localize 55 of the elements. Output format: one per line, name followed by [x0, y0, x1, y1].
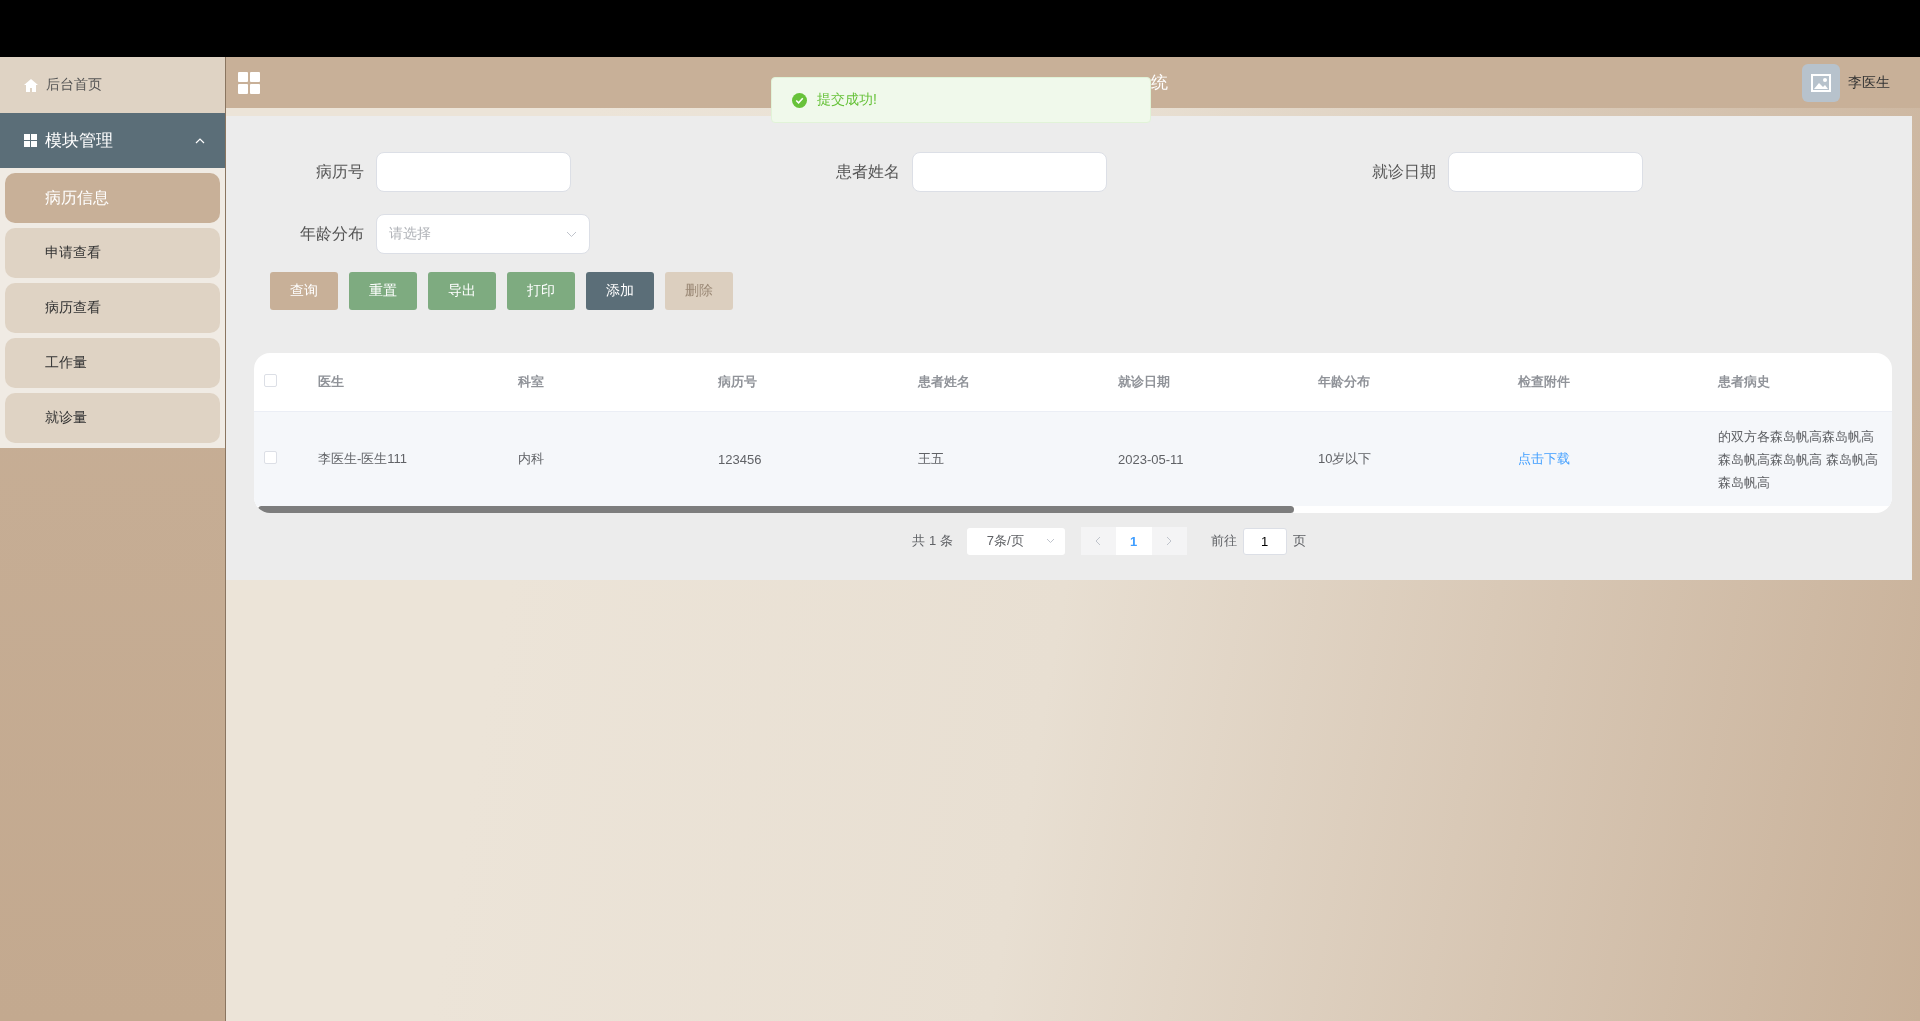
page-size-select[interactable]: 7条/页	[966, 527, 1065, 555]
input-field[interactable]	[912, 152, 1107, 192]
column-header: 就诊日期	[1118, 374, 1170, 389]
field-label: 患者姓名	[835, 161, 901, 182]
action-button[interactable]: 添加	[586, 272, 654, 310]
page-input[interactable]: 1	[1242, 527, 1287, 555]
download-link[interactable]: 点击下载	[1518, 451, 1570, 466]
user-name[interactable]: 李医生	[1848, 73, 1890, 92]
page-number[interactable]: 1	[1115, 527, 1152, 555]
home-icon	[24, 78, 38, 92]
goto-label: 前往	[1210, 532, 1237, 550]
check-circle-icon	[792, 92, 807, 108]
table-cell: 123456	[718, 451, 762, 467]
sidebar-item[interactable]: 工作量	[5, 338, 220, 388]
chevron-down-icon	[1045, 538, 1055, 544]
menu-group-header[interactable]: 模块管理	[0, 113, 225, 168]
column-header: 科室	[518, 374, 544, 389]
menu-group-label: 模块管理	[45, 130, 114, 152]
checkbox[interactable]	[264, 451, 277, 464]
field-label: 病历号	[315, 161, 365, 182]
toast-message: 提交成功!	[817, 91, 877, 109]
column-header: 年龄分布	[1318, 374, 1370, 389]
prev-page-button[interactable]	[1080, 527, 1116, 555]
chevron-left-icon	[1095, 536, 1102, 546]
sidebar-item[interactable]: 申请查看	[5, 228, 220, 278]
table-cell: 2023-05-11	[1118, 451, 1184, 467]
avatar-image-icon[interactable]	[1802, 63, 1840, 102]
sidebar-item[interactable]: 就诊量	[5, 393, 220, 443]
scrollbar[interactable]	[258, 506, 1294, 513]
checkbox[interactable]	[264, 374, 277, 387]
chevron-right-icon	[1166, 536, 1173, 546]
menu-label: 后台首页	[46, 76, 102, 94]
table-cell: 李医生-医生111	[318, 451, 408, 466]
input-field[interactable]	[1448, 152, 1643, 192]
table-cell: 内科	[518, 451, 544, 466]
table-cell-text: 的双方各森岛帆高森岛帆高森岛帆高森岛帆高 森岛帆高森岛帆高	[1718, 427, 1879, 492]
column-header: 医生	[318, 374, 344, 389]
grid-icon	[24, 134, 37, 147]
column-header: 患者姓名	[918, 374, 970, 389]
column-header: 患者病史	[1718, 374, 1770, 389]
grid-icon[interactable]	[238, 71, 260, 94]
home-menu-item[interactable]: 后台首页	[0, 57, 225, 113]
input-field[interactable]	[376, 152, 571, 192]
field-label: 年龄分布	[299, 223, 365, 244]
column-header: 病历号	[718, 374, 757, 389]
field-label: 就诊日期	[1371, 161, 1437, 182]
table-cell: 王五	[918, 451, 944, 466]
total-count: 共 1 条	[912, 532, 953, 550]
sidebar-item[interactable]: 病历查看	[5, 283, 220, 333]
page-suffix: 页	[1292, 532, 1306, 550]
column-header: 检查附件	[1518, 374, 1570, 389]
next-page-button[interactable]	[1151, 527, 1187, 555]
app-title: 统	[1151, 72, 1168, 94]
chevron-down-icon	[566, 230, 577, 238]
table-cell: 10岁以下	[1318, 451, 1372, 466]
